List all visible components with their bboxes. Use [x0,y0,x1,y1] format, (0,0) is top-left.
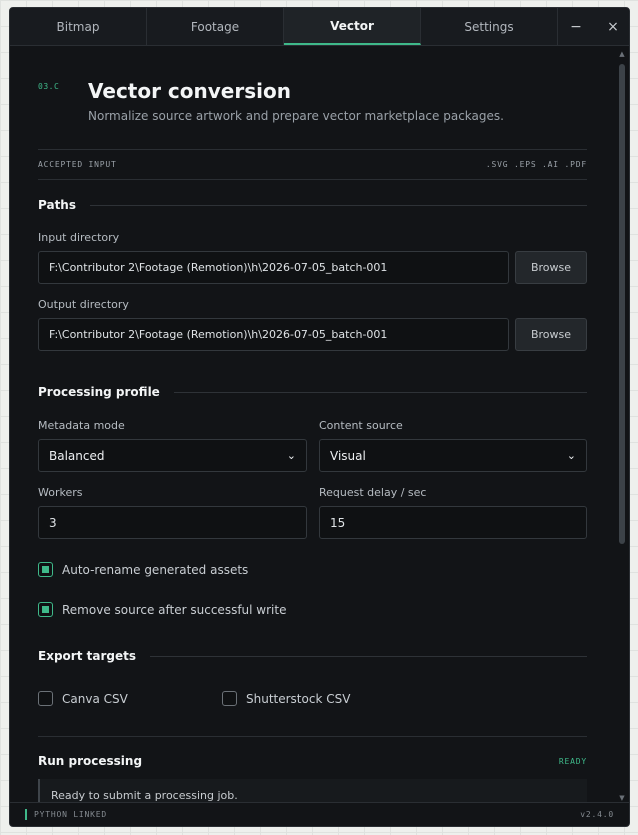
version-label: v2.4.0 [580,810,614,819]
status-badge: READY [558,756,587,766]
tab-footage[interactable]: Footage [147,8,284,45]
processing-profile-section-header: Processing profile [38,385,587,399]
scroll-down-arrow-icon[interactable]: ▼ [618,794,626,802]
processing-profile-heading: Processing profile [38,385,160,399]
canva-csv-label: Canva CSV [62,691,128,706]
export-targets-heading: Export targets [38,649,136,663]
status-indicator-icon [25,809,27,820]
scrollbar-thumb[interactable] [619,64,625,544]
python-status-text: PYTHON LINKED [34,810,108,819]
tab-bitmap[interactable]: Bitmap [10,8,147,45]
run-processing-heading: Run processing [38,754,143,768]
canva-csv-checkbox[interactable] [38,691,53,706]
paths-section-header: Paths [38,198,587,212]
content-source-label: Content source [319,419,403,432]
run-processing-section-header: Run processing READY [38,754,587,768]
auto-rename-label: Auto-rename generated assets [62,562,249,577]
scrollbar[interactable]: ▲ ▼ [618,50,626,802]
browse-output-button[interactable]: Browse [515,318,587,351]
minimize-button[interactable]: − [558,8,594,45]
remove-source-checkbox[interactable] [38,602,53,617]
shutterstock-csv-label: Shutterstock CSV [246,691,351,706]
request-delay-label: Request delay / sec [319,486,427,499]
browse-input-button[interactable]: Browse [515,251,587,284]
accepted-input-strip: ACCEPTED INPUT .SVG .EPS .AI .PDF [38,149,587,180]
section-divider [38,736,587,737]
accepted-formats: .SVG .EPS .AI .PDF [485,160,587,169]
output-directory-field[interactable]: F:\Contributor 2\Footage (Remotion)\h\20… [38,318,509,351]
input-directory-label: Input directory [38,231,120,244]
section-divider [90,204,587,206]
remove-source-label: Remove source after successful write [62,602,287,617]
shutterstock-csv-option[interactable]: Shutterstock CSV [222,691,350,706]
remove-source-option[interactable]: Remove source after successful write [38,602,286,617]
input-directory-field[interactable]: F:\Contributor 2\Footage (Remotion)\h\20… [38,251,509,284]
chevron-down-icon: ⌄ [566,449,576,462]
scroll-up-arrow-icon[interactable]: ▲ [618,50,626,58]
output-directory-label: Output directory [38,298,129,311]
page-title: Vector conversion [88,79,291,103]
shutterstock-csv-checkbox[interactable] [222,691,237,706]
section-divider [173,391,587,393]
workers-input[interactable]: 3 [38,506,307,539]
export-targets-section-header: Export targets [38,649,587,663]
tab-vector[interactable]: Vector [284,8,421,45]
section-code: 03.C [38,82,60,91]
metadata-mode-value: Balanced [49,448,105,463]
canva-csv-option[interactable]: Canva CSV [38,691,128,706]
status-bar: PYTHON LINKED v2.4.0 [10,802,629,826]
paths-heading: Paths [38,198,76,212]
tab-settings[interactable]: Settings [421,8,558,45]
page-subtitle: Normalize source artwork and prepare vec… [88,109,504,123]
chevron-down-icon: ⌄ [286,449,296,462]
auto-rename-option[interactable]: Auto-rename generated assets [38,562,248,577]
section-divider [149,655,587,657]
accepted-input-label: ACCEPTED INPUT [38,160,117,169]
metadata-mode-label: Metadata mode [38,419,125,432]
content-source-select[interactable]: Visual ⌄ [319,439,587,472]
workers-label: Workers [38,486,83,499]
close-button[interactable]: × [595,8,629,45]
content-source-value: Visual [330,448,366,463]
request-delay-input[interactable]: 15 [319,506,587,539]
app-window: Bitmap Footage Vector Settings − × ▲ ▼ 0… [9,7,630,827]
python-status: PYTHON LINKED [25,809,107,820]
metadata-mode-select[interactable]: Balanced ⌄ [38,439,307,472]
auto-rename-checkbox[interactable] [38,562,53,577]
tab-bar: Bitmap Footage Vector Settings [10,8,629,46]
